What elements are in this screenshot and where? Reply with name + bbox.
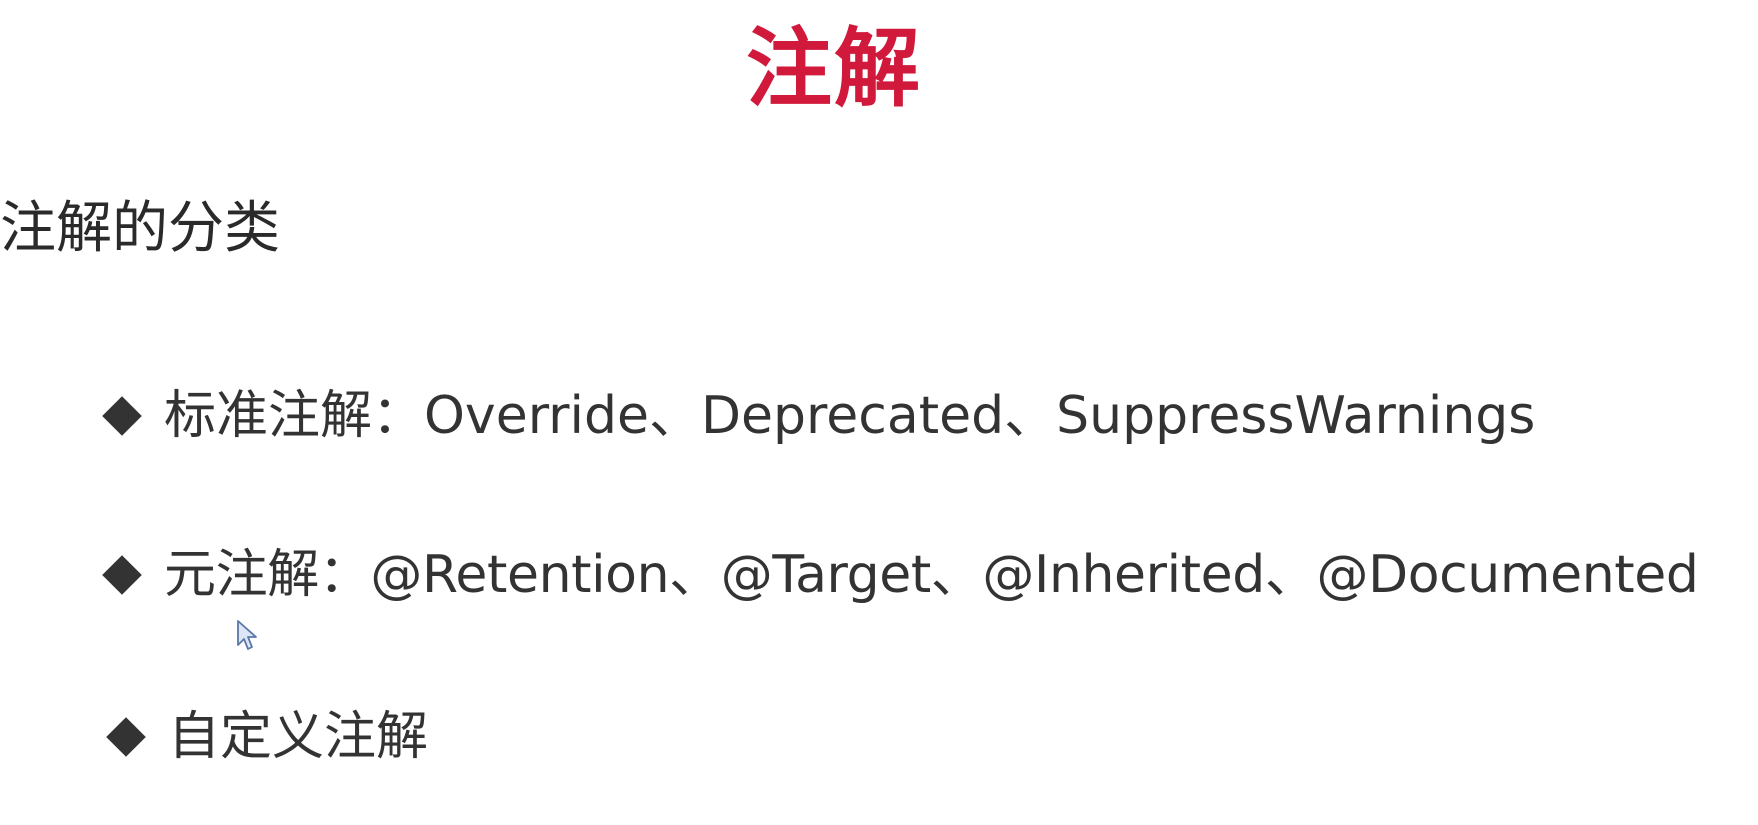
- section-heading: 注解的分类: [0, 196, 280, 261]
- mouse-pointer-icon: [237, 620, 257, 650]
- bullet-text: 自定义注解: [168, 707, 429, 767]
- slide-title: 注解: [746, 19, 922, 119]
- bullet-text: 元注解：@Retention、@Target、@Inherited、@Docum…: [164, 545, 1699, 605]
- bullet-text: 标准注解：Override、Deprecated、SuppressWarning…: [164, 386, 1536, 446]
- diamond-bullet-icon: [106, 717, 146, 757]
- bullet-item-custom-annotations: 自定义注解: [106, 706, 429, 768]
- diamond-bullet-icon: [102, 396, 142, 436]
- bullet-item-standard-annotations: 标准注解：Override、Deprecated、SuppressWarning…: [102, 385, 1536, 447]
- bullet-item-meta-annotations: 元注解：@Retention、@Target、@Inherited、@Docum…: [102, 544, 1699, 606]
- diamond-bullet-icon: [102, 555, 142, 595]
